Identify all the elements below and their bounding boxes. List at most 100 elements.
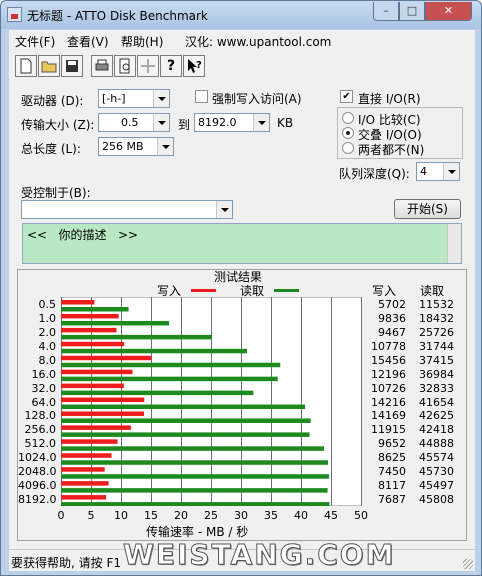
window-title: 无标题 - ATTO Disk Benchmark: [27, 9, 208, 23]
transfer-to-select[interactable]: 8192.0: [194, 113, 270, 132]
write-bar: [61, 327, 117, 333]
read-value: 42418: [419, 423, 454, 437]
write-value: 7687: [378, 493, 406, 507]
transfer-from-select[interactable]: 0.5: [98, 113, 170, 132]
kb-unit-label: KB: [277, 116, 294, 130]
drive-value: [-h-]: [102, 92, 126, 105]
read-value: 25726: [419, 325, 454, 339]
write-value: 9467: [378, 325, 406, 339]
settings-panel: 驱动器 (D): [-h-] 强制写入访问(A) 传输大小 (Z): 0.5 到…: [9, 80, 475, 549]
write-value: 9836: [378, 311, 406, 325]
x-tick-label: 35: [264, 509, 278, 522]
close-button[interactable]: ✕: [425, 2, 472, 21]
menu-file[interactable]: 文件(F): [15, 33, 55, 50]
controlled-by-select[interactable]: [21, 200, 233, 219]
write-bar: [61, 495, 107, 500]
overlapped-io-radio[interactable]: [342, 127, 354, 139]
read-bar: [61, 418, 311, 423]
description-field[interactable]: << 你的描述 >>: [22, 223, 462, 264]
start-button[interactable]: 开始(S): [394, 199, 461, 219]
menu-help[interactable]: 帮助(H): [121, 33, 163, 50]
read-value: 31744: [419, 339, 454, 353]
read-value: 37415: [419, 353, 454, 367]
read-value: 45730: [419, 465, 454, 479]
minimize-button[interactable]: –: [373, 2, 399, 21]
chevron-down-icon[interactable]: [253, 114, 269, 131]
write-value: 15456: [371, 353, 406, 367]
direct-io-checkbox[interactable]: ✔: [340, 90, 353, 103]
neither-radio[interactable]: [342, 142, 354, 154]
transfer-size-label: 128.0: [24, 409, 57, 423]
transfer-size-label: 0.5: [38, 298, 57, 311]
description-text: << 你的描述 >>: [27, 228, 139, 242]
toolbar: ? ?: [9, 52, 475, 80]
read-bar: [61, 446, 324, 451]
io-compare-radio[interactable]: [342, 112, 354, 124]
transfer-size-label: 8.0: [38, 353, 57, 367]
write-value: 10726: [371, 381, 406, 395]
maximize-button[interactable]: □: [399, 2, 425, 21]
save-icon[interactable]: [61, 55, 83, 77]
new-file-icon[interactable]: [15, 55, 37, 77]
x-tick-label: 10: [114, 509, 128, 522]
read-value: 42625: [419, 409, 454, 423]
menu-view[interactable]: 查看(V): [67, 33, 109, 50]
x-tick-label: 40: [294, 509, 308, 522]
x-tick-label: 5: [87, 509, 95, 522]
transfer-size-label: 8192.0: [18, 493, 57, 507]
chevron-down-icon[interactable]: [216, 201, 232, 218]
write-bar: [61, 369, 133, 375]
read-bar: [61, 488, 328, 493]
app-icon: [7, 7, 22, 22]
status-text: 要获得帮助, 请按 F1: [11, 556, 121, 570]
queue-depth-label: 队列深度(Q):: [339, 167, 410, 181]
read-value: 32833: [419, 381, 454, 395]
drive-select[interactable]: [-h-]: [98, 89, 170, 108]
x-tick-label: 25: [204, 509, 218, 522]
chevron-down-icon[interactable]: [153, 114, 169, 131]
read-bar: [61, 334, 212, 340]
menu-bar: 文件(F) 查看(V) 帮助(H) 汉化: www.upantool.com: [9, 30, 475, 52]
transfer-size-label: 1024.0: [18, 451, 57, 465]
write-bar: [61, 453, 112, 458]
chevron-down-icon[interactable]: [157, 138, 173, 155]
write-bar: [61, 313, 119, 319]
chevron-down-icon[interactable]: [153, 90, 169, 107]
queue-depth-select[interactable]: 4: [416, 162, 460, 181]
write-bar: [61, 355, 152, 361]
chevron-down-icon[interactable]: [443, 163, 459, 180]
x-tick-label: 20: [174, 509, 188, 522]
read-value: 11532: [419, 298, 454, 311]
read-value: 36984: [419, 367, 454, 381]
force-write-checkbox[interactable]: [195, 90, 208, 103]
title-bar[interactable]: 无标题 - ATTO Disk Benchmark – □ ✕: [1, 1, 481, 29]
write-bar: [61, 383, 124, 389]
write-column-header: 写入: [372, 284, 397, 298]
total-length-select[interactable]: 256 MB: [98, 137, 174, 156]
context-help-icon[interactable]: ?: [183, 55, 205, 77]
write-value: 5702: [378, 298, 406, 311]
print-preview-icon[interactable]: [114, 55, 136, 77]
write-bar: [61, 341, 125, 347]
move-icon[interactable]: [137, 55, 159, 77]
read-value: 45808: [419, 493, 454, 507]
write-value: 8625: [378, 451, 406, 465]
transfer-to-value: 8192.0: [198, 116, 237, 129]
help-icon[interactable]: ?: [160, 55, 182, 77]
resize-grip-icon[interactable]: [463, 559, 473, 569]
queue-depth-value: 4: [420, 165, 427, 178]
print-icon[interactable]: [91, 55, 113, 77]
transfer-size-label: 2.0: [38, 325, 57, 339]
menu-localization-link[interactable]: 汉化: www.upantool.com: [185, 33, 331, 50]
transfer-from-value: 0.5: [121, 116, 139, 129]
transfer-size-label: 16.0: [31, 367, 57, 381]
read-value: 41654: [419, 395, 454, 409]
read-value: 18432: [419, 311, 454, 325]
scrollbar[interactable]: [447, 224, 461, 263]
write-bar: [61, 439, 118, 444]
read-column-header: 读取: [420, 284, 445, 298]
open-folder-icon[interactable]: [38, 55, 60, 77]
controlled-by-label: 受控制于(B):: [21, 186, 91, 200]
write-value: 12196: [371, 367, 406, 381]
transfer-size-label: 256.0: [24, 423, 57, 437]
